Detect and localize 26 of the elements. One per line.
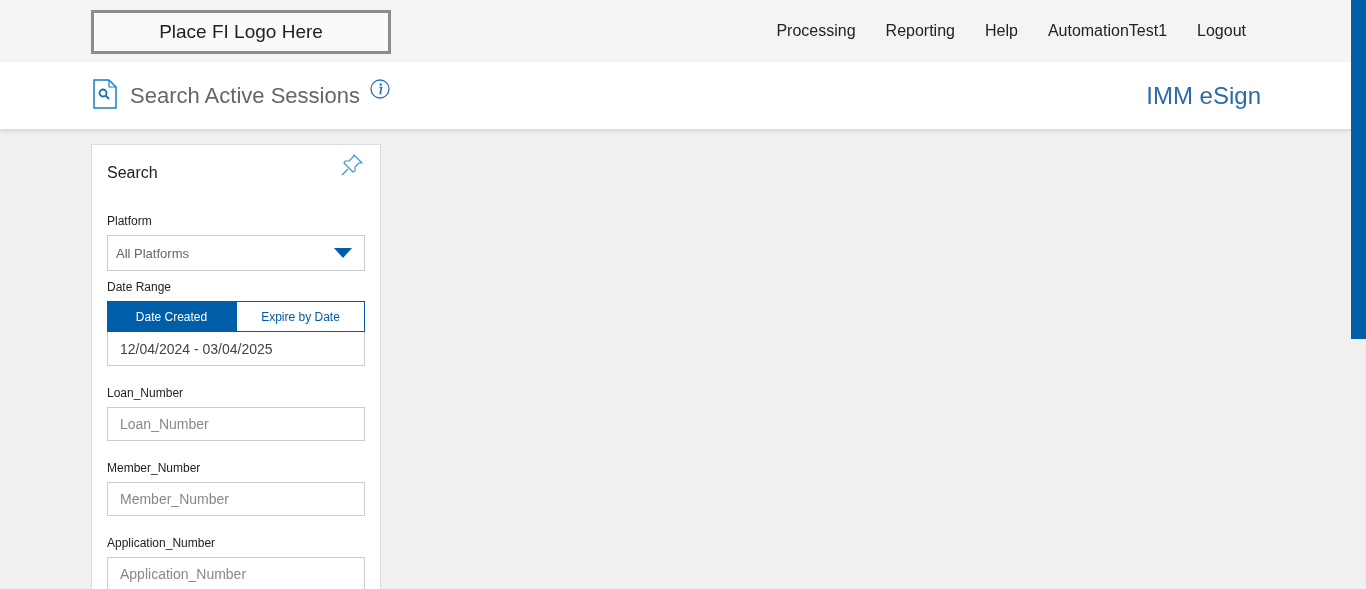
field-label: Loan_Number bbox=[107, 386, 185, 400]
nav-link[interactable]: AutomationTest1 bbox=[1047, 22, 1168, 40]
date-type-tab[interactable]: Date Created bbox=[107, 301, 236, 332]
date-range-field[interactable]: 12/04/2024 - 03/04/2025 bbox=[107, 332, 365, 366]
caret-icon bbox=[334, 248, 352, 258]
field-label: Application_Number bbox=[107, 536, 217, 550]
product-name: IMM eSign bbox=[1146, 81, 1261, 110]
field-label: Member_Number bbox=[107, 461, 202, 475]
logo-placeholder-text: Place FI Logo Here bbox=[159, 21, 323, 43]
nav-link[interactable]: Help bbox=[984, 22, 1018, 40]
input-field[interactable]: Member_Number bbox=[107, 482, 365, 516]
nav-link[interactable]: Logout bbox=[1197, 22, 1246, 40]
panel-title: Search bbox=[107, 164, 158, 182]
nav-link[interactable]: Reporting bbox=[885, 22, 955, 40]
page-title: Search Active Sessions bbox=[130, 82, 360, 109]
scrollbar-thumb[interactable] bbox=[1351, 0, 1366, 339]
field-label: Platform bbox=[107, 214, 153, 228]
date-type-tab[interactable]: Expire by Date bbox=[236, 301, 365, 332]
platform-dropdown[interactable]: All Platforms bbox=[107, 235, 365, 271]
input-field[interactable]: Application_Number bbox=[107, 557, 365, 589]
field-label: Date Range bbox=[107, 280, 173, 294]
info-icon[interactable] bbox=[369, 78, 390, 99]
pin-icon[interactable] bbox=[340, 153, 364, 177]
nav-link[interactable]: Processing bbox=[776, 22, 856, 40]
input-field[interactable]: Loan_Number bbox=[107, 407, 365, 441]
document-search-icon bbox=[93, 78, 117, 109]
